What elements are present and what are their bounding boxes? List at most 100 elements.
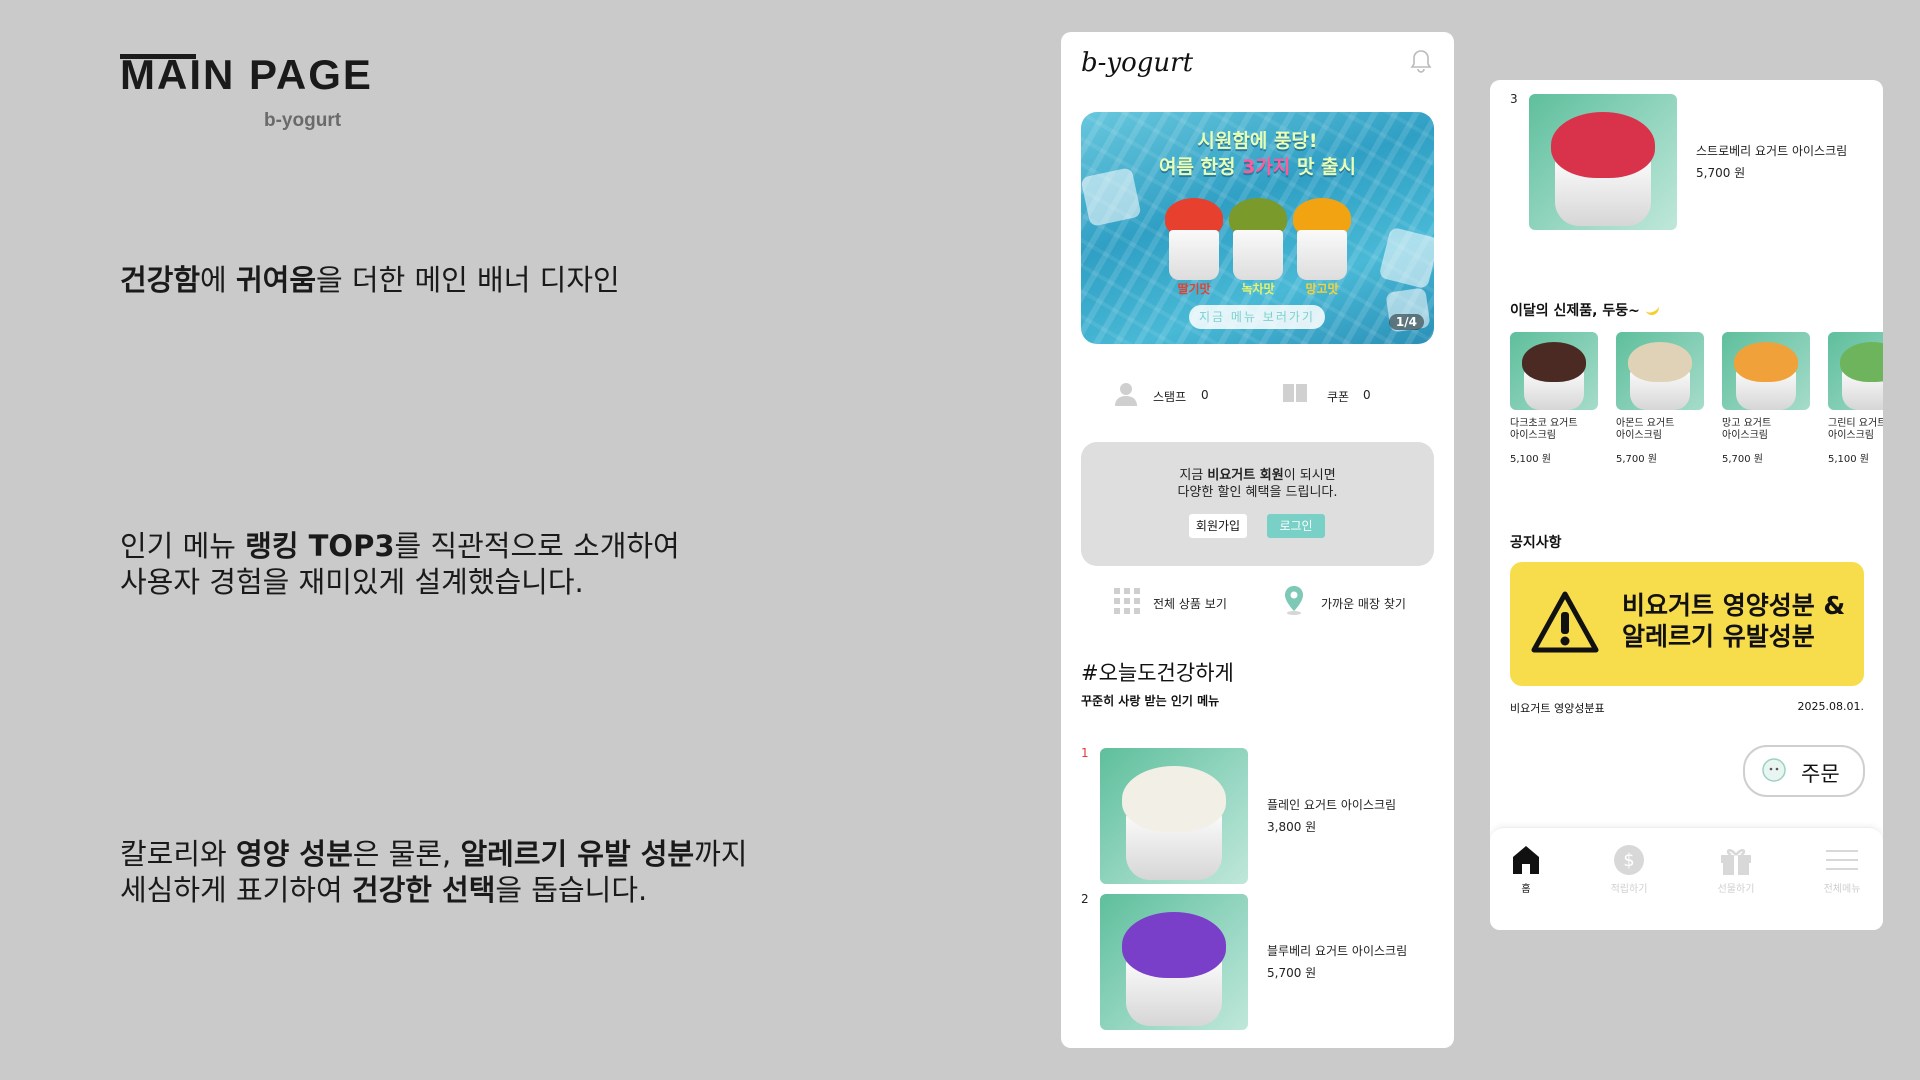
product-image	[1510, 332, 1598, 410]
banner-highlight: 3가지	[1242, 156, 1291, 178]
desc-text: 을 더한 메인 배너 디자인	[316, 263, 620, 297]
warning-icon	[1531, 591, 1599, 653]
desc-bold: 알레르기 유발 성분	[460, 837, 695, 871]
desc-bold: 영양 성분	[235, 837, 353, 871]
coupon-icon	[1283, 384, 1307, 402]
banner-headline: 시원함에 풍당!	[1197, 130, 1318, 152]
desc-text: 에	[200, 263, 236, 297]
coupon-count: 0	[1363, 388, 1371, 402]
page-subtitle: b-yogurt	[264, 110, 342, 131]
description-nutrition: 칼로리와 영양 성분은 물론, 알레르기 유발 성분까지 세심하게 표기하여 건…	[120, 836, 748, 908]
member-line-2: 다양한 할인 혜택을 드립니다.	[1177, 485, 1338, 500]
product-name: 플레인 요거트 아이스크림	[1267, 798, 1397, 812]
product-image	[1828, 332, 1883, 410]
product-name: 다크초코 요거트 아이스크림	[1510, 418, 1578, 441]
stamp-count: 0	[1201, 388, 1209, 402]
notice-banner-text: 비요거트 영양성분 & 알레르기 유발성분	[1622, 591, 1846, 651]
grid-icon	[1114, 588, 1140, 614]
phone-screen-scrolled: 3 스트로베리 요거트 아이스크림 5,700 원 이달의 신제품, 두둥~ 다…	[1490, 80, 1883, 930]
signup-button[interactable]: 회원가입	[1189, 514, 1247, 538]
banner-text: 맛 출시	[1290, 156, 1356, 178]
desc-text: 를 직관적으로 소개하여	[394, 529, 680, 563]
login-button[interactable]: 로그인	[1267, 514, 1325, 538]
dollar-icon: $	[1614, 845, 1644, 875]
product-price: 3,800 원	[1267, 820, 1317, 834]
product-price: 5,100 원	[1510, 454, 1552, 465]
desc-text: 을 돕습니다.	[495, 873, 648, 907]
main-banner[interactable]: 시원함에 풍당! 여름 한정 3가지 맛 출시 딸기맛 녹차맛 망고맛 지금 메…	[1081, 112, 1434, 344]
banner-menu-button[interactable]: 지금 메뉴 보러가기	[1189, 305, 1325, 329]
notice-title: 공지사항	[1510, 535, 1562, 551]
bottom-tab-bar: 홈 $ 적립하기 선물하기 전체메뉴	[1490, 827, 1883, 930]
strawberry-cup	[1163, 198, 1225, 282]
notice-banner[interactable]: 비요거트 영양성분 & 알레르기 유발성분	[1510, 562, 1864, 686]
banner-pager: 1/4	[1388, 314, 1424, 330]
location-pin-icon	[1285, 586, 1303, 615]
new-products-carousel[interactable]: 다크초코 요거트 아이스크림 5,100 원 아몬드 요거트 아이스크림 5,700…	[1510, 332, 1883, 472]
product-price: 5,700 원	[1696, 166, 1746, 180]
desc-text: 은 물론,	[352, 837, 461, 871]
description-ranking: 인기 메뉴 랭킹 TOP3를 직관적으로 소개하여 사용자 경험을 재미있게 설…	[120, 528, 680, 600]
desc-text: 인기 메뉴	[120, 529, 246, 563]
store-finder-label: 가까운 매장 찾기	[1321, 597, 1406, 611]
product-price: 5,700 원	[1722, 454, 1764, 465]
product-price: 5,100 원	[1828, 454, 1870, 465]
desc-bold: 건강한 선택	[351, 873, 496, 907]
ranking-item[interactable]: 2 블루베리 요거트 아이스크림 5,700 원	[1061, 888, 1454, 1038]
product-image	[1100, 748, 1248, 884]
order-label: 주문	[1801, 762, 1840, 786]
order-button[interactable]: 주문	[1743, 745, 1865, 797]
tab-all-menu[interactable]: 전체메뉴	[1807, 844, 1877, 895]
product-image	[1529, 94, 1677, 230]
new-products-title-text: 이달의 신제품, 두둥~	[1510, 303, 1640, 319]
product-image	[1616, 332, 1704, 410]
product-image	[1100, 894, 1248, 1030]
section-title: #오늘도건강하게	[1081, 661, 1234, 685]
menu-icon	[1826, 850, 1858, 870]
new-products-title: 이달의 신제품, 두둥~	[1510, 299, 1661, 320]
desc-bold: 건강함	[120, 263, 201, 297]
desc-bold: 랭킹 TOP3	[245, 529, 395, 563]
rank-number: 1	[1081, 746, 1089, 760]
tab-label: 선물하기	[1717, 884, 1755, 895]
page-title: MAIN PAGE	[120, 51, 373, 98]
home-icon	[1513, 846, 1539, 874]
description-banner: 건강함에 귀여움을 더한 메인 배너 디자인	[120, 262, 620, 298]
product-name: 스트로베리 요거트 아이스크림	[1696, 144, 1848, 158]
tab-label: 적립하기	[1610, 884, 1648, 895]
coupon-label: 쿠폰	[1327, 390, 1350, 404]
gift-icon	[1721, 849, 1751, 875]
desc-text: 세심하게 표기하여	[120, 873, 352, 907]
notice-item-title: 비요거트 영양성분표	[1510, 702, 1605, 715]
flavor-label: 녹차맛	[1241, 282, 1275, 296]
tab-gift[interactable]: 선물하기	[1701, 844, 1771, 895]
tab-home[interactable]: 홈	[1491, 844, 1561, 895]
svg-text:$: $	[1623, 850, 1634, 871]
ranking-item[interactable]: 3 스트로베리 요거트 아이스크림 5,700 원	[1490, 88, 1883, 230]
desc-bold: 귀여움	[235, 263, 316, 297]
product-name: 아몬드 요거트 아이스크림	[1616, 418, 1675, 441]
banner-text: 여름 한정	[1158, 156, 1243, 178]
desc-text: 까지	[694, 837, 748, 871]
ranking-item[interactable]: 1 플레인 요거트 아이스크림 3,800 원	[1061, 742, 1454, 884]
desc-text: 사용자 경험을 재미있게 설계했습니다.	[120, 565, 584, 599]
product-name: 망고 요거트 아이스크림	[1722, 418, 1772, 441]
product-name: 블루베리 요거트 아이스크림	[1267, 944, 1408, 958]
rank-number: 3	[1510, 92, 1518, 106]
notice-item-date: 2025.08.01.	[1797, 700, 1864, 713]
rank-number: 2	[1081, 892, 1089, 906]
all-products-label: 전체 상품 보기	[1153, 597, 1227, 611]
product-price: 5,700 원	[1267, 966, 1317, 980]
banner-subheadline: 여름 한정 3가지 맛 출시	[1081, 152, 1434, 179]
section-subtitle: 꾸준히 사랑 받는 인기 메뉴	[1081, 694, 1220, 708]
product-price: 5,700 원	[1616, 454, 1658, 465]
desc-text: 칼로리와	[120, 837, 236, 871]
app-logo[interactable]: b-yogurt	[1081, 48, 1193, 78]
yogurt-mascot-icon	[1762, 758, 1786, 782]
product-name: 그린티 요거트 아이스크림	[1828, 418, 1883, 441]
tab-earn[interactable]: $ 적립하기	[1594, 844, 1664, 895]
bell-icon[interactable]	[1408, 48, 1434, 74]
tab-label: 홈	[1521, 884, 1531, 895]
banana-icon	[1642, 299, 1661, 318]
flavor-label: 망고맛	[1305, 282, 1339, 296]
